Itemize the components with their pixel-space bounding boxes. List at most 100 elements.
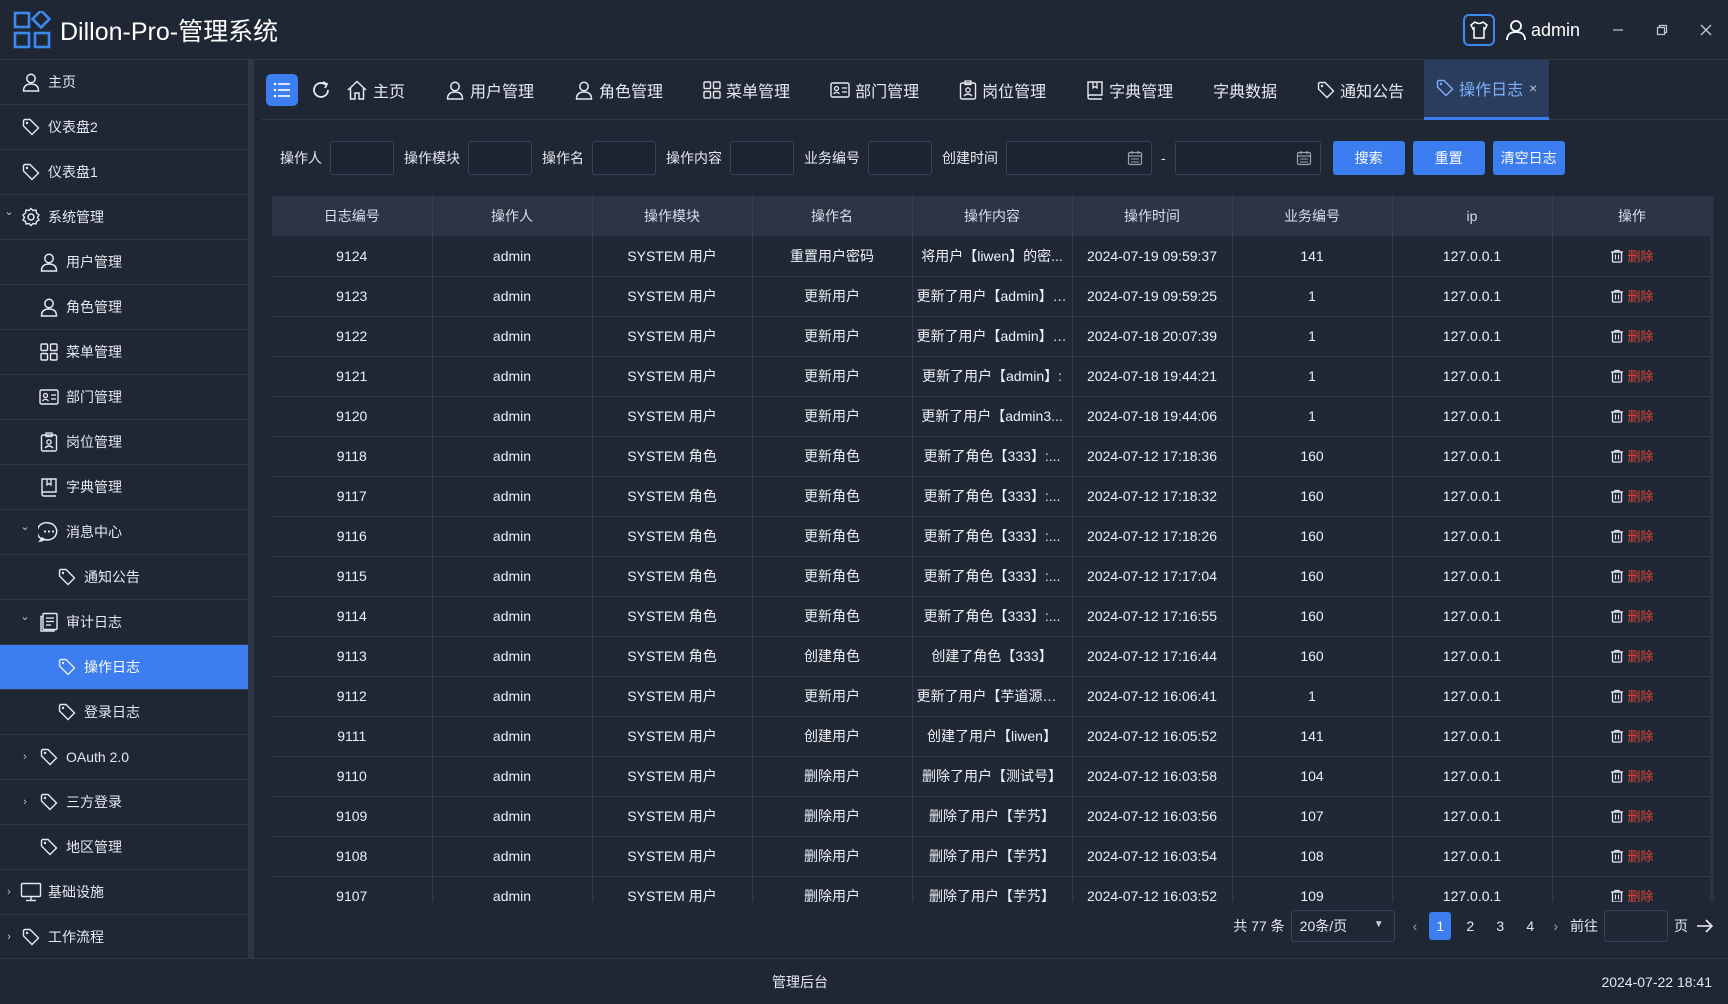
chevron-down-icon[interactable]: ⌄ bbox=[18, 610, 32, 623]
tab-item[interactable]: 字典数据 bbox=[1193, 60, 1297, 120]
table-row[interactable]: 9117 admin SYSTEM 角色 更新角色 更新了角色【333】:... 2024… bbox=[272, 476, 1713, 517]
tab-item[interactable]: 岗位管理 bbox=[939, 60, 1066, 120]
clear-log-button[interactable]: 清空日志 bbox=[1492, 141, 1565, 175]
tab-item[interactable]: 操作日志 × bbox=[1424, 59, 1550, 120]
delete-button[interactable]: 删除 bbox=[1610, 486, 1654, 505]
sidebar-item[interactable]: 操作日志 bbox=[0, 645, 252, 690]
delete-button[interactable]: 删除 bbox=[1610, 886, 1654, 902]
tab-item[interactable]: 字典管理 bbox=[1066, 60, 1193, 120]
page-number-button[interactable]: 4 bbox=[1519, 912, 1541, 940]
sidebar-item[interactable]: ⌄ 审计日志 bbox=[0, 600, 248, 645]
theme-toggle-button[interactable] bbox=[1462, 14, 1495, 46]
table-row[interactable]: 9109 admin SYSTEM 用户 删除用户 删除了用户【芋艿】 2024-07-1… bbox=[272, 796, 1713, 837]
table-row[interactable]: 9124 admin SYSTEM 用户 重置用户密码 将用户【liwen】的密... 2… bbox=[272, 236, 1713, 277]
tab-item[interactable]: 菜单管理 bbox=[683, 60, 810, 120]
delete-button[interactable]: 删除 bbox=[1610, 806, 1654, 825]
close-icon[interactable]: × bbox=[1529, 80, 1537, 96]
chevron-right-icon[interactable]: › bbox=[18, 751, 32, 763]
table-row[interactable]: 9113 admin SYSTEM 角色 创建角色 创建了角色【333】 2024-07-… bbox=[272, 636, 1713, 677]
biz-no-input[interactable] bbox=[868, 141, 932, 175]
restore-button[interactable] bbox=[1640, 0, 1684, 60]
page-number-button[interactable]: 2 bbox=[1459, 912, 1481, 940]
table-row[interactable]: 9114 admin SYSTEM 角色 更新角色 更新了角色【333】:... 2024… bbox=[272, 596, 1713, 637]
search-button[interactable]: 搜索 bbox=[1332, 141, 1405, 175]
name-input[interactable] bbox=[592, 141, 656, 175]
table-row[interactable]: 9107 admin SYSTEM 用户 删除用户 删除了用户【芋艿】 2024-07-1… bbox=[272, 876, 1713, 902]
chevron-right-icon[interactable]: › bbox=[2, 886, 16, 898]
sidebar-item[interactable]: 岗位管理 bbox=[0, 420, 248, 465]
sidebar-item[interactable]: 字典管理 bbox=[0, 465, 248, 510]
content-input[interactable] bbox=[730, 141, 794, 175]
operator-input[interactable] bbox=[330, 141, 394, 175]
delete-button[interactable]: 删除 bbox=[1610, 766, 1654, 785]
delete-button[interactable]: 删除 bbox=[1610, 366, 1654, 385]
tab-item[interactable]: 通知公告 bbox=[1297, 60, 1424, 120]
user-icon[interactable] bbox=[1505, 19, 1527, 41]
delete-button[interactable]: 删除 bbox=[1610, 726, 1654, 745]
sidebar-item[interactable]: 地区管理 bbox=[0, 825, 248, 870]
delete-button[interactable]: 删除 bbox=[1610, 446, 1654, 465]
table-row[interactable]: 9122 admin SYSTEM 用户 更新用户 更新了用户【admin】:... 20… bbox=[272, 316, 1713, 357]
table-row[interactable]: 9123 admin SYSTEM 用户 更新用户 更新了用户【admin】:... 20… bbox=[272, 276, 1713, 317]
chevron-right-icon[interactable]: › bbox=[18, 796, 32, 808]
page-number-button[interactable]: 1 bbox=[1429, 912, 1452, 940]
table-row[interactable]: 9110 admin SYSTEM 用户 删除用户 删除了用户【测试号】 2024-07-… bbox=[272, 756, 1713, 797]
page-size-select[interactable]: 20条/页 ▼ bbox=[1290, 910, 1395, 942]
table-scrollbar[interactable] bbox=[1710, 196, 1714, 902]
next-page-icon[interactable]: › bbox=[1553, 918, 1558, 934]
delete-button[interactable]: 删除 bbox=[1610, 606, 1654, 625]
minimize-button[interactable] bbox=[1596, 0, 1640, 60]
tab-item[interactable]: 用户管理 bbox=[425, 60, 554, 120]
delete-button[interactable]: 删除 bbox=[1610, 406, 1654, 425]
sidebar-item[interactable]: 用户管理 bbox=[0, 240, 248, 285]
delete-button[interactable]: 删除 bbox=[1610, 326, 1654, 345]
sidebar-item[interactable]: 角色管理 bbox=[0, 285, 248, 330]
table-row[interactable]: 9120 admin SYSTEM 用户 更新用户 更新了用户【admin3... 202… bbox=[272, 396, 1713, 437]
arrow-right-icon[interactable] bbox=[1696, 919, 1714, 933]
delete-button[interactable]: 删除 bbox=[1610, 286, 1654, 305]
sidebar-item[interactable]: 通知公告 bbox=[0, 555, 248, 600]
close-window-button[interactable] bbox=[1684, 0, 1728, 60]
table-row[interactable]: 9118 admin SYSTEM 角色 更新角色 更新了角色【333】:... 2024… bbox=[272, 436, 1713, 477]
table-row[interactable]: 9116 admin SYSTEM 角色 更新角色 更新了角色【333】:... 2024… bbox=[272, 516, 1713, 557]
sidebar-item[interactable]: › 三方登录 bbox=[0, 780, 248, 825]
chevron-down-icon[interactable]: ⌄ bbox=[18, 520, 32, 533]
user-name[interactable]: admin bbox=[1531, 20, 1580, 41]
sidebar-item[interactable]: › OAuth 2.0 bbox=[0, 735, 248, 780]
table-row[interactable]: 9121 admin SYSTEM 用户 更新用户 更新了用户【admin】: 2024-… bbox=[272, 356, 1713, 397]
refresh-button[interactable] bbox=[306, 75, 336, 105]
sidebar-item[interactable]: › 工作流程 bbox=[0, 915, 248, 960]
sidebar-item[interactable]: 主页 bbox=[0, 60, 248, 105]
table-row[interactable]: 9108 admin SYSTEM 用户 删除用户 删除了用户【芋艿】 2024-07-1… bbox=[272, 836, 1713, 877]
table-row[interactable]: 9111 admin SYSTEM 用户 创建用户 创建了用户【liwen】 2024-0… bbox=[272, 716, 1713, 757]
delete-button[interactable]: 删除 bbox=[1610, 846, 1654, 865]
end-date-input[interactable] bbox=[1174, 141, 1321, 175]
sidebar-item[interactable]: 仪表盘1 bbox=[0, 150, 248, 195]
sidebar-item[interactable]: 部门管理 bbox=[0, 375, 248, 420]
tab-menu-button[interactable] bbox=[266, 73, 298, 106]
module-input[interactable] bbox=[468, 141, 532, 175]
prev-page-icon[interactable]: ‹ bbox=[1413, 918, 1418, 934]
tab-item[interactable]: 主页 bbox=[336, 60, 425, 120]
reset-button[interactable]: 重置 bbox=[1412, 141, 1485, 175]
delete-button[interactable]: 删除 bbox=[1610, 646, 1654, 665]
sidebar-item[interactable]: ⌄ 消息中心 bbox=[0, 510, 248, 555]
chevron-right-icon[interactable]: › bbox=[2, 931, 16, 943]
sidebar-item[interactable]: › 基础设施 bbox=[0, 870, 248, 915]
table-row[interactable]: 9115 admin SYSTEM 角色 更新角色 更新了角色【333】:... 2024… bbox=[272, 556, 1713, 597]
delete-button[interactable]: 删除 bbox=[1610, 566, 1654, 585]
table-row[interactable]: 9112 admin SYSTEM 用户 更新用户 更新了用户【芋道源码... 2024-… bbox=[272, 676, 1713, 717]
sidebar-item[interactable]: 仪表盘2 bbox=[0, 105, 248, 150]
chevron-down-icon[interactable]: ⌄ bbox=[2, 205, 16, 218]
tab-item[interactable]: 角色管理 bbox=[554, 60, 683, 120]
tab-item[interactable]: 部门管理 bbox=[810, 60, 939, 120]
start-date-input[interactable] bbox=[1006, 141, 1152, 175]
sidebar-item[interactable]: 登录日志 bbox=[0, 690, 248, 735]
sidebar-item[interactable]: ⌄ 系统管理 bbox=[0, 195, 248, 240]
delete-button[interactable]: 删除 bbox=[1610, 686, 1654, 705]
delete-button[interactable]: 删除 bbox=[1610, 246, 1654, 265]
delete-button[interactable]: 删除 bbox=[1610, 526, 1654, 545]
sidebar-item[interactable]: 菜单管理 bbox=[0, 330, 248, 375]
goto-page-input[interactable] bbox=[1604, 910, 1668, 942]
page-number-button[interactable]: 3 bbox=[1489, 912, 1511, 940]
